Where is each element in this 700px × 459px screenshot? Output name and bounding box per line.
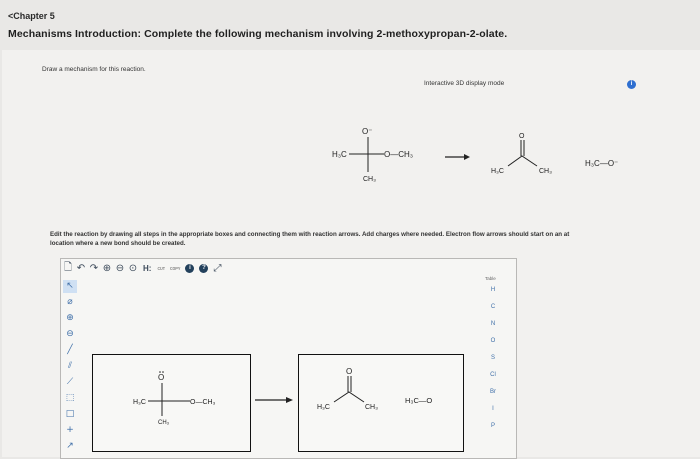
element-br-button[interactable]: Br bbox=[490, 384, 496, 401]
element-n-button[interactable]: N bbox=[491, 316, 495, 333]
interactive-3d-mode-link[interactable]: Interactive 3D display mode bbox=[424, 80, 504, 87]
element-palette: H C N O S Cl Br I P bbox=[486, 282, 500, 435]
element-p-button[interactable]: P bbox=[491, 418, 495, 435]
element-h-button[interactable]: H bbox=[491, 282, 495, 299]
plus-tool-icon[interactable]: + bbox=[66, 424, 74, 437]
hydrogen-toggle-button[interactable]: H: bbox=[143, 264, 151, 273]
chain-tool-icon[interactable]: ⟋ bbox=[67, 376, 73, 389]
editor-toolbar: 🗋 ↶ ↷ ⊕ ⊖ ⊙ H: ᴄᴜᴛ ᴄᴏᴘʏ i ? ⤢ bbox=[62, 260, 223, 277]
positive-charge-icon[interactable]: ⊕ bbox=[66, 312, 74, 325]
zoom-fit-icon[interactable]: ⊙ bbox=[127, 263, 139, 274]
single-bond-icon[interactable]: ╱ bbox=[67, 344, 72, 357]
zoom-in-icon[interactable]: ⊕ bbox=[101, 263, 113, 274]
cut-button[interactable]: ᴄᴜᴛ bbox=[157, 266, 165, 272]
expand-icon[interactable]: ⤢ bbox=[211, 263, 223, 274]
undo-icon[interactable]: ↶ bbox=[75, 263, 87, 274]
element-o-button[interactable]: O bbox=[491, 333, 496, 350]
element-c-button[interactable]: C bbox=[491, 299, 495, 316]
copy-button[interactable]: ᴄᴏᴘʏ bbox=[170, 266, 180, 272]
bracket-tool-icon[interactable]: ⬚ bbox=[66, 392, 75, 405]
double-bond-icon[interactable]: ⫽ bbox=[68, 360, 72, 373]
question-prompt: Draw a mechanism for this reaction. bbox=[42, 66, 146, 73]
mechanism-step-box-2[interactable] bbox=[298, 354, 464, 452]
periodic-table-button[interactable]: Table bbox=[485, 276, 496, 281]
element-cl-button[interactable]: Cl bbox=[490, 367, 496, 384]
negative-charge-icon[interactable]: ⊖ bbox=[66, 328, 74, 341]
help-icon[interactable]: ? bbox=[199, 264, 209, 273]
instructions-text: Edit the reaction by drawing all steps i… bbox=[50, 231, 570, 247]
back-to-chapter-link[interactable]: <Chapter 5 bbox=[8, 11, 55, 21]
zoom-out-icon[interactable]: ⊖ bbox=[114, 263, 126, 274]
page-title: Mechanisms Introduction: Complete the fo… bbox=[8, 28, 508, 40]
drawing-tools-panel: ↖ ⌀ ⊕ ⊖ ╱ ⫽ ⟋ ⬚ □ + ↗ bbox=[63, 280, 77, 453]
element-s-button[interactable]: S bbox=[491, 350, 495, 367]
redo-icon[interactable]: ↷ bbox=[88, 263, 100, 274]
arrow-tool-icon[interactable]: ↗ bbox=[66, 440, 74, 453]
eraser-tool-icon[interactable]: ⌀ bbox=[67, 296, 72, 309]
select-tool-icon[interactable]: ↖ bbox=[63, 280, 77, 293]
info-icon[interactable]: i bbox=[627, 80, 636, 89]
info-icon[interactable]: i bbox=[185, 264, 195, 273]
element-i-button[interactable]: I bbox=[492, 401, 494, 418]
box-tool-icon[interactable]: □ bbox=[66, 408, 75, 421]
new-document-icon[interactable]: 🗋 bbox=[62, 260, 74, 277]
mechanism-step-box-1[interactable] bbox=[92, 354, 251, 452]
